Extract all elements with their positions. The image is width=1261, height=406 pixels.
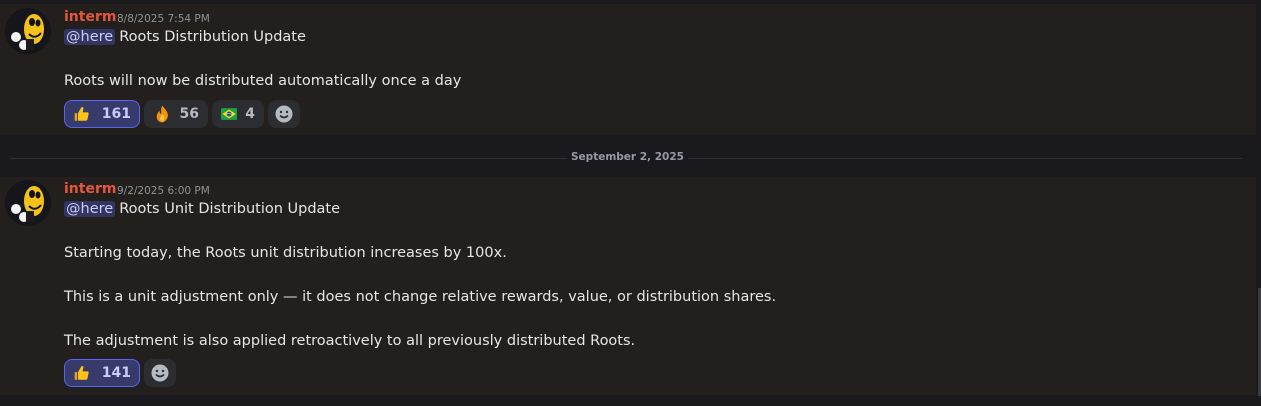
mention-here[interactable]: @here: [64, 201, 116, 217]
add-reaction-button[interactable]: [144, 359, 176, 387]
add-reaction-button[interactable]: [268, 100, 300, 128]
reaction-thumbs-up[interactable]: 161: [64, 100, 140, 128]
message-body-line: The adjustment is also applied retroacti…: [64, 333, 636, 349]
message: interm 9/2/2025 6:00 PM @here Roots Unit …: [0, 177, 1256, 395]
message-title-line: @here Roots Distribution Update: [64, 29, 306, 45]
username[interactable]: interm: [64, 181, 116, 197]
smile-icon: [150, 363, 170, 383]
thumbs-up-icon: [73, 363, 90, 383]
username[interactable]: interm: [64, 9, 116, 25]
mention-here[interactable]: @here: [64, 29, 116, 45]
reaction-fire[interactable]: 56: [144, 100, 208, 128]
message-body-line: Starting today, the Roots unit distribut…: [64, 245, 507, 261]
reaction-count: 141: [101, 365, 131, 381]
message-title: Roots Unit Distribution Update: [119, 201, 341, 217]
thumbs-up-icon: [73, 104, 90, 124]
message-title-line: @here Roots Unit Distribution Update: [64, 201, 340, 217]
reaction-thumbs-up[interactable]: 141: [64, 359, 140, 387]
brazil-flag-icon: [221, 106, 237, 122]
message: interm 8/8/2025 7:54 PM @here Roots Distr…: [0, 4, 1256, 135]
smile-icon: [274, 104, 294, 124]
message-body-line: This is a unit adjustment only — it does…: [64, 289, 777, 305]
avatar[interactable]: [5, 180, 51, 226]
reaction-count: 4: [245, 106, 255, 122]
reaction-count: 56: [179, 106, 199, 122]
date-divider: September 2, 2025: [567, 151, 688, 163]
timestamp: 9/2/2025 6:00 PM: [117, 185, 210, 197]
fire-icon: [153, 104, 172, 124]
timestamp: 8/8/2025 7:54 PM: [117, 13, 210, 25]
message-title: Roots Distribution Update: [119, 29, 306, 45]
avatar[interactable]: [5, 8, 51, 54]
reaction-brazil-flag[interactable]: 4: [212, 100, 264, 128]
chat-channel: interm 8/8/2025 7:54 PM @here Roots Distr…: [0, 0, 1261, 406]
reaction-count: 161: [101, 106, 131, 122]
message-body-line: Roots will now be distributed automatica…: [64, 73, 462, 89]
